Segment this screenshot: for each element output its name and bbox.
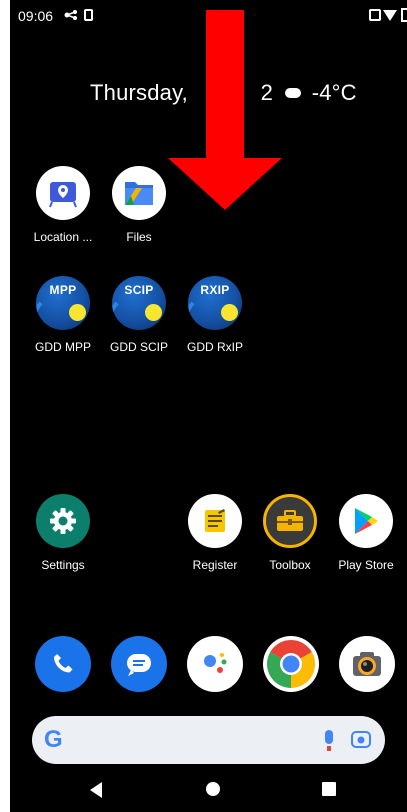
app-gdd-scip[interactable]: SCIP GDD SCIP [99,276,179,354]
camera-icon[interactable] [339,636,395,692]
app-gdd-mpp[interactable]: MPP GDD MPP [23,276,103,354]
recents-button[interactable] [322,782,336,796]
app-label: Toolbox [269,558,311,572]
files-icon [112,166,166,220]
assistant-icon[interactable] [187,636,243,692]
share-icon [64,10,77,20]
cloud-icon [285,88,302,99]
app-label: Register [192,558,238,572]
app-label: Location ... [33,230,93,244]
battery-icon [401,8,407,22]
temperature: -4°C [311,80,357,105]
app-label: Play Store [338,558,394,572]
app-label: Files [126,230,152,244]
microphone-icon[interactable] [325,730,333,751]
app-files[interactable]: Files [99,166,179,244]
gdd-scip-icon: SCIP [112,276,166,330]
app-toolbox[interactable]: Toolbox [250,494,330,572]
app-label: GDD MPP [34,340,91,354]
gdd-rxip-icon: RXIP [188,276,242,330]
toolbox-icon [263,494,317,548]
app-label: GDD RxIP [186,340,243,354]
swipe-down-arrow-icon [168,10,282,210]
google-search-bar[interactable]: G [32,716,385,764]
nfc-icon [369,9,381,21]
wifi-icon [383,10,397,21]
lens-camera-icon[interactable] [351,730,371,748]
app-play-store[interactable]: Play Store [326,494,406,572]
home-button[interactable] [206,782,220,796]
gdd-mpp-icon: MPP [36,276,90,330]
back-button[interactable] [90,782,102,798]
play-store-icon [339,494,393,548]
app-location[interactable]: Location ... [23,166,103,244]
app-register[interactable]: Register [175,494,255,572]
sim-icon [84,9,93,21]
home-screen: 09:06 Thursday, 2 -4°C Location ... File… [10,0,407,812]
status-time: 09:06 [18,8,54,24]
app-settings[interactable]: Settings [23,494,103,572]
location-map-icon [36,166,90,220]
phone-icon[interactable] [35,636,91,692]
chrome-icon[interactable] [263,636,319,692]
google-logo: G [44,726,63,753]
navigation-bar [10,780,407,812]
app-label: Settings [41,558,85,572]
register-notepad-icon [188,494,242,548]
app-label: GDD SCIP [109,340,168,354]
messages-icon[interactable] [111,636,167,692]
app-gdd-rxip[interactable]: RXIP GDD RxIP [175,276,255,354]
gear-icon [36,494,90,548]
